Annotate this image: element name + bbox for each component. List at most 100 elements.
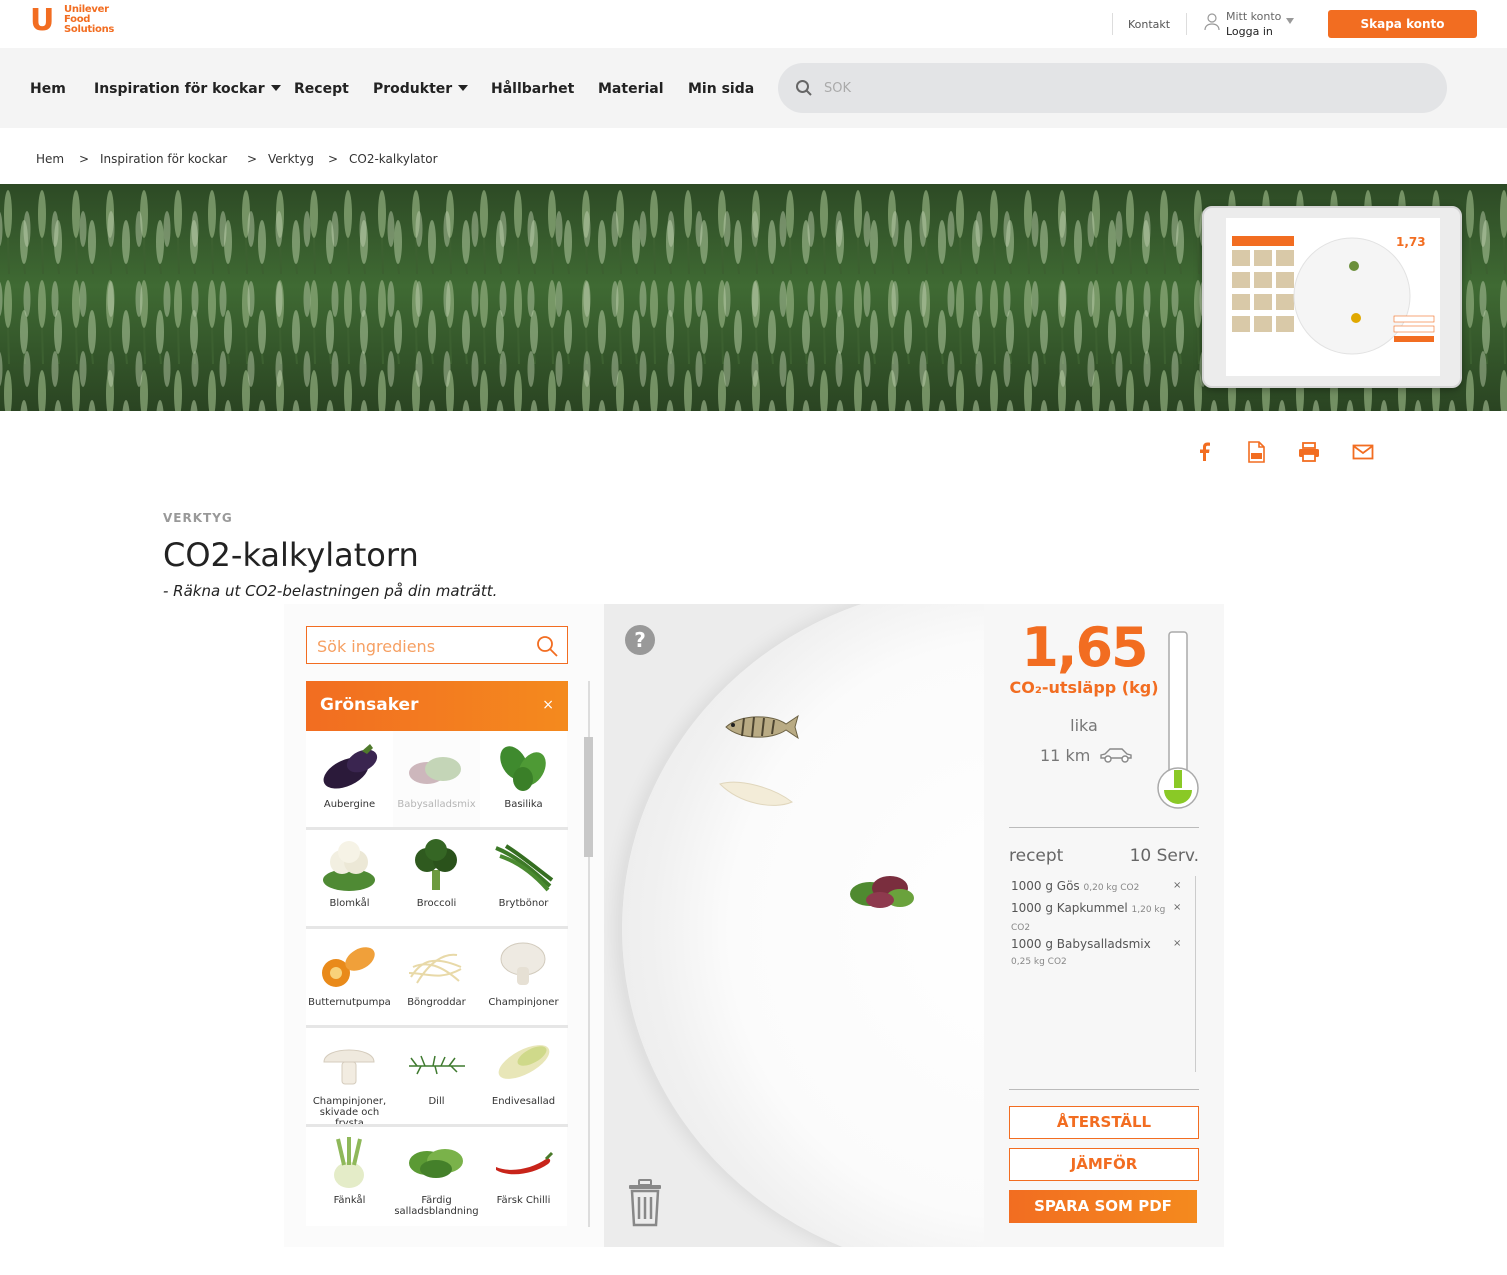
ingredient-bongroddar[interactable]: Böngroddar xyxy=(393,929,480,1028)
pdf-icon[interactable] xyxy=(1245,441,1267,463)
unilever-food-solutions-logo[interactable]: U Unilever Food Solutions xyxy=(30,4,130,40)
sliced-mushroom-icon xyxy=(323,1049,375,1085)
chilli-icon xyxy=(496,1151,554,1175)
breadcrumb-separator: > xyxy=(328,152,339,166)
plate-drop-area[interactable] xyxy=(604,604,984,1247)
ingredient-butternutpumpa[interactable]: Butternutpumpa xyxy=(306,929,393,1028)
page-subtitle: - Räkna ut CO2-belastningen på din maträ… xyxy=(163,582,498,600)
mail-icon[interactable] xyxy=(1352,441,1374,463)
aubergine-icon xyxy=(323,744,378,789)
co2-result-unit: CO₂-utsläpp (kg) xyxy=(1009,678,1159,697)
ingredient-broccoli[interactable]: Broccoli xyxy=(393,830,480,929)
broccoli-icon xyxy=(415,839,457,890)
bean-sprouts-icon xyxy=(408,953,462,984)
ingredient-endivesallad[interactable]: Endivesallad xyxy=(480,1028,567,1127)
main-nav: Hem Inspiration för kockar Recept Produk… xyxy=(0,48,1507,128)
nav-item-min-sida[interactable]: Min sida xyxy=(688,81,754,97)
nav-item-produkter[interactable]: Produkter xyxy=(373,81,469,97)
ingredient-fankal[interactable]: Fänkål xyxy=(306,1127,393,1226)
close-icon[interactable]: × xyxy=(542,697,554,713)
thermometer-gauge xyxy=(1157,631,1199,809)
list-scrollbar[interactable] xyxy=(1195,876,1196,1072)
remove-item-button[interactable]: × xyxy=(1173,878,1181,894)
baby-salad-icon xyxy=(409,757,461,784)
save-pdf-button[interactable]: SPARA SOM PDF xyxy=(1009,1190,1197,1223)
compare-button[interactable]: JÄMFÖR xyxy=(1009,1148,1199,1181)
caret-down-icon xyxy=(270,85,281,91)
site-search xyxy=(778,63,1447,113)
print-icon[interactable] xyxy=(1298,441,1320,463)
breadcrumb-separator: > xyxy=(79,152,90,166)
caret-down-icon xyxy=(458,85,469,91)
breadcrumb-inspiration[interactable]: Inspiration för kockar xyxy=(100,152,227,166)
ingredient-brytbonor[interactable]: Brytbönor xyxy=(480,830,567,929)
ingredient-blomkal[interactable]: Blomkål xyxy=(306,830,393,929)
ingredient-dill[interactable]: Dill xyxy=(393,1028,480,1127)
login-link[interactable]: Logga in xyxy=(1226,25,1273,38)
baby-salad-image[interactable] xyxy=(840,868,924,914)
fish-fillet-image[interactable] xyxy=(716,776,796,812)
reset-button[interactable]: ÅTERSTÄLL xyxy=(1009,1106,1199,1139)
divider xyxy=(1009,827,1199,828)
ingredient-farsk-chilli[interactable]: Färsk Chilli xyxy=(480,1127,567,1226)
tablet-screen: 1,73 xyxy=(1226,218,1440,376)
divider xyxy=(1009,1089,1199,1090)
car-icon xyxy=(1100,748,1133,763)
nav-item-hallbarhet[interactable]: Hållbarhet xyxy=(491,81,574,97)
recipe-item: 1000 g Kapkummel 1,20 kg CO2 × xyxy=(1011,900,1182,933)
breadcrumb-separator: > xyxy=(247,152,258,166)
page-title: CO2-kalkylatorn xyxy=(163,536,419,574)
breadcrumb-current: CO2-kalkylator xyxy=(349,152,438,166)
divider xyxy=(1112,13,1113,35)
ingredient-panel: Grönsaker × Aubergine Babysalladsmix Bas… xyxy=(284,604,604,1247)
ingredient-aubergine[interactable]: Aubergine xyxy=(306,731,393,830)
facebook-icon[interactable] xyxy=(1194,441,1216,463)
fennel-icon xyxy=(334,1137,364,1188)
calculator-preview-illustration: 1,73 xyxy=(1232,235,1435,355)
remove-item-button[interactable]: × xyxy=(1173,936,1181,952)
nav-item-inspiration[interactable]: Inspiration för kockar xyxy=(94,81,281,97)
breadcrumb-hem[interactable]: Hem xyxy=(36,152,64,166)
recipe-label: recept xyxy=(1009,846,1064,866)
endive-icon xyxy=(498,1045,550,1079)
nav-item-hem[interactable]: Hem xyxy=(30,81,66,97)
logo-mark: U xyxy=(30,3,55,38)
account-label: Mitt konto xyxy=(1226,10,1282,23)
thermometer-level xyxy=(1174,770,1182,788)
mixed-salad-icon xyxy=(409,1149,463,1178)
zander-fish-image[interactable] xyxy=(720,710,802,744)
search-icon[interactable] xyxy=(795,79,813,97)
recipe-item: 1000 g Gös 0,20 kg CO2 × xyxy=(1011,878,1182,894)
co2-result-value: 1,65 xyxy=(1021,616,1148,679)
search-icon[interactable] xyxy=(535,634,559,658)
remove-item-button[interactable]: × xyxy=(1173,900,1181,916)
help-button[interactable]: ? xyxy=(625,625,655,655)
top-bar: U Unilever Food Solutions Kontakt Mitt k… xyxy=(0,0,1507,48)
category-header[interactable]: Grönsaker × xyxy=(306,681,568,731)
breadcrumb-verktyg[interactable]: Verktyg xyxy=(268,152,314,166)
ingredient-champinjoner-skivade[interactable]: Champinjoner, skivade och frysta xyxy=(306,1028,393,1129)
nav-item-material[interactable]: Material xyxy=(598,81,664,97)
ingredient-champinjoner[interactable]: Champinjoner xyxy=(480,929,567,1028)
servings-value[interactable]: 10 Serv. xyxy=(1129,846,1199,866)
kontakt-link[interactable]: Kontakt xyxy=(1128,18,1170,31)
ingredient-search-input[interactable] xyxy=(317,635,527,657)
article-category: VERKTYG xyxy=(163,511,233,525)
ingredient-scrollbar[interactable] xyxy=(584,737,593,857)
recipe-item-list: 1000 g Gös 0,20 kg CO2 × 1000 g Kapkumme… xyxy=(1009,872,1197,1076)
nav-item-recept[interactable]: Recept xyxy=(294,81,349,97)
account-menu[interactable]: Mitt konto Logga in xyxy=(1204,10,1304,40)
ingredient-basilika[interactable]: Basilika xyxy=(480,731,567,830)
equivalent-distance: 11 km xyxy=(1040,746,1133,765)
ingredient-grid: Aubergine Babysalladsmix Basilika Blomkå… xyxy=(306,731,568,1227)
ingredient-babysalladsmix[interactable]: Babysalladsmix xyxy=(393,731,480,830)
create-account-button[interactable]: Skapa konto xyxy=(1328,10,1477,38)
basil-icon xyxy=(500,746,546,791)
ingredient-fardig-salladsblandning[interactable]: Färdig salladsblandning xyxy=(393,1127,480,1226)
chevron-down-icon xyxy=(1286,18,1294,24)
search-input[interactable] xyxy=(824,76,1384,100)
trash-icon[interactable] xyxy=(625,1177,665,1227)
equivalent-label: lika xyxy=(1070,716,1098,735)
logo-text: Unilever Food Solutions xyxy=(64,4,115,35)
mushroom-icon xyxy=(500,942,546,985)
